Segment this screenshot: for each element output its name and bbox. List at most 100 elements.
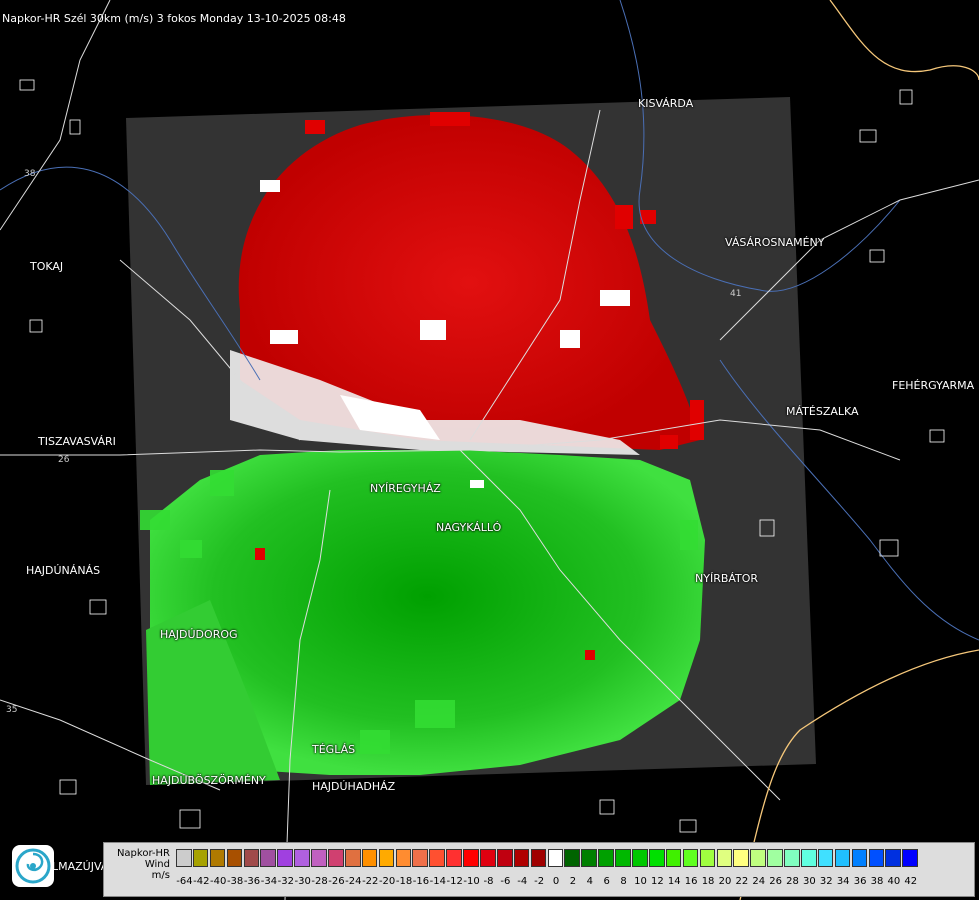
legend-label: 18 (701, 876, 715, 887)
legend-swatch (851, 849, 868, 867)
legend-swatch (648, 849, 665, 867)
legend-swatch (564, 849, 581, 867)
legend-swatch (209, 849, 226, 867)
legend-label: -6 (500, 876, 511, 887)
legend-label: -42 (193, 876, 210, 887)
legend-label: -14 (429, 876, 446, 887)
legend-swatch (902, 849, 918, 867)
legend-swatch (412, 849, 429, 867)
legend-label: -30 (294, 876, 311, 887)
legend-swatch (750, 849, 766, 867)
legend-label: 4 (586, 876, 593, 887)
legend-label: -16 (412, 876, 430, 887)
legend-label: 0 (552, 876, 560, 887)
legend-swatch (834, 849, 851, 867)
legend-swatch (480, 849, 496, 867)
legend-labels: -64 -42 -40 -38 -36 -34 -32 -30 -28 -26 -24 -22 -20-… (176, 876, 919, 887)
napkor-logo (12, 845, 54, 887)
town-label: TISZAVASVÁRI (38, 435, 116, 448)
legend-label: -28 (311, 876, 328, 887)
legend-label: -18 (395, 876, 413, 887)
legend-swatch (378, 849, 395, 867)
legend-label: -20 (378, 876, 396, 887)
legend-swatch (344, 849, 361, 867)
legend-swatch (868, 849, 885, 867)
legend-label: 36 (853, 876, 867, 887)
town-label: TÉGLÁS (312, 743, 356, 756)
legend-label: -26 (328, 876, 345, 887)
town-label: NYÍRBÁTOR (695, 572, 759, 585)
legend-label: 6 (603, 876, 610, 887)
legend-swatch (328, 849, 344, 867)
town-label: VÁSÁROSNAMÉNY (725, 236, 825, 249)
legend-label: -36 (243, 876, 261, 887)
legend-swatch (632, 849, 648, 867)
map-title: Napkor-HR Szél 30km (m/s) 3 fokos Monday… (2, 12, 346, 25)
legend-label: 16 (684, 876, 698, 887)
legend-label: 30 (803, 876, 816, 887)
legend-swatch (547, 849, 564, 867)
legend-swatch (530, 849, 547, 867)
town-label: TOKAJ (30, 260, 64, 273)
town-label: FEHÉRGYARMA (892, 379, 975, 392)
legend-label: -12 (446, 876, 463, 887)
legend-swatch (496, 849, 513, 867)
radar-map: 26 35 41 38 Napkor-HR Szél 30km (m/s) 3 … (0, 0, 979, 900)
legend-swatch (716, 849, 733, 867)
legend-swatch (581, 849, 597, 867)
road-number-38: 38 (24, 169, 36, 179)
legend-swatch (260, 849, 277, 867)
legend-label: 26 (769, 876, 782, 887)
legend-label: 8 (620, 876, 627, 887)
legend-label: -4 (517, 876, 528, 887)
legend-swatch (733, 849, 749, 867)
legend-swatch (446, 849, 462, 867)
color-legend: Napkor-HR Wind m/s -64 -42 -40 -38 -36 -34 -32… (103, 842, 975, 897)
legend-swatch (294, 849, 310, 867)
legend-title: Napkor-HR Wind m/s (116, 848, 170, 881)
town-label: KISVÁRDA (638, 97, 694, 110)
town-label: MÁTÉSZALKA (786, 405, 859, 418)
legend-swatch (226, 849, 243, 867)
legend-swatch (429, 849, 445, 867)
legend-label: 12 (651, 876, 664, 887)
road-number-35: 35 (6, 705, 17, 715)
legend-label: 42 (904, 876, 918, 887)
legend-label: -24 (345, 876, 362, 887)
town-label: NYÍREGYHÁZ (370, 482, 441, 495)
legend-label: -34 (260, 876, 278, 887)
legend-label: 38 (870, 876, 884, 887)
town-label: HAJDÚDOROG (160, 628, 238, 641)
legend-swatch (277, 849, 293, 867)
legend-swatch (176, 849, 192, 867)
town-label: HAJDÚHADHÁZ (312, 780, 396, 793)
legend-swatch (243, 849, 260, 867)
legend-label: -38 (226, 876, 244, 887)
legend-label: -64 (176, 876, 193, 887)
legend-label: 10 (634, 876, 647, 887)
legend-label: 24 (752, 876, 766, 887)
legend-swatch (699, 849, 716, 867)
legend-label: -22 (362, 876, 379, 887)
road-number-41: 41 (730, 289, 741, 299)
legend-swatch (311, 849, 327, 867)
legend-label: -40 (210, 876, 227, 887)
legend-swatch (665, 849, 682, 867)
legend-swatch (767, 849, 783, 867)
legend-label: 14 (667, 876, 681, 887)
legend-label: -10 (463, 876, 480, 887)
radar-image: 26 35 41 38 (0, 0, 979, 900)
town-label: HAJDÚNÁNÁS (26, 564, 101, 577)
road-number-26: 26 (58, 455, 70, 465)
legend-swatches (176, 849, 919, 867)
legend-swatch (463, 849, 479, 867)
legend-label: 2 (569, 876, 577, 887)
legend-swatch (615, 849, 631, 867)
legend-swatch (682, 849, 699, 867)
legend-swatch (885, 849, 901, 867)
legend-swatch (817, 849, 834, 867)
legend-swatch (361, 849, 378, 867)
legend-label: -2 (534, 876, 545, 887)
legend-swatch (192, 849, 209, 867)
town-label: NAGYKÁLLÓ (436, 521, 502, 534)
